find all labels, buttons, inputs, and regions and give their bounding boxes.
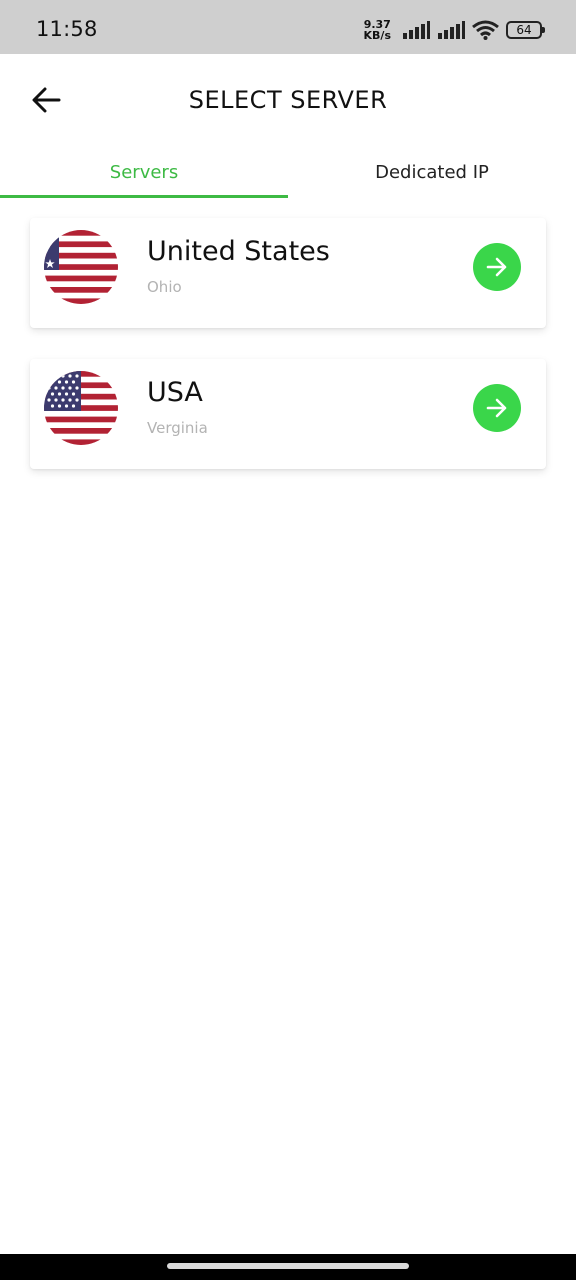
page-title: SELECT SERVER (188, 86, 388, 114)
server-card[interactable]: United States Ohio (30, 218, 546, 328)
server-city: Ohio (147, 278, 182, 296)
arrow-right-icon (486, 257, 507, 277)
status-time: 11:58 (36, 17, 98, 41)
connect-button[interactable] (473, 384, 521, 432)
server-city: Verginia (147, 419, 208, 437)
battery-level: 64 (516, 23, 532, 37)
home-indicator[interactable] (167, 1263, 409, 1269)
signal-icon (438, 21, 465, 39)
server-country: USA (147, 377, 203, 408)
status-icons: 9.37 KB/s 64 (364, 16, 545, 44)
us-flag-icon (44, 230, 118, 304)
network-speed: 9.37 KB/s (364, 19, 391, 41)
tab-dedicated-ip[interactable]: Dedicated IP (288, 146, 576, 198)
wifi-icon (472, 20, 499, 40)
tab-indicator (0, 195, 288, 198)
server-list: United States Ohio USA Verginia (30, 218, 546, 500)
server-country: United States (147, 236, 330, 267)
system-nav-bar (0, 1254, 576, 1280)
tab-bar: Servers Dedicated IP (0, 146, 576, 198)
status-bar: 11:58 9.37 KB/s 64 (0, 0, 576, 54)
battery-icon: 64 (506, 21, 545, 39)
server-card[interactable]: USA Verginia (30, 359, 546, 469)
connect-button[interactable] (473, 243, 521, 291)
tab-servers[interactable]: Servers (0, 146, 288, 198)
network-speed-unit: KB/s (363, 29, 391, 42)
arrow-right-icon (486, 398, 507, 418)
signal-icon (403, 21, 430, 39)
app-header: SELECT SERVER (0, 54, 576, 146)
us-flag-icon (44, 371, 118, 445)
